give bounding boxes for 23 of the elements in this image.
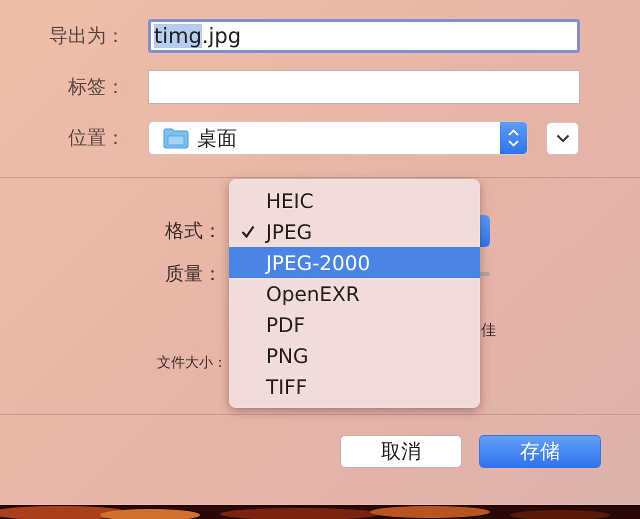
quality-label: 质量： [165,262,222,287]
menu-item[interactable]: JPEG-2000 [229,247,480,278]
menu-item[interactable]: HEIC [229,185,480,216]
field-label: 导出为： [49,24,125,49]
stepper-icon [507,128,520,148]
folder-icon [163,128,189,148]
format-label: 格式： [165,219,222,244]
menu-item[interactable]: JPEG [229,216,480,247]
expand-button[interactable] [546,122,579,154]
field-label: 标签： [68,75,125,100]
location-popup[interactable]: 桌面 [148,121,528,155]
menu-item[interactable]: OpenEXR [229,278,480,309]
menu-item[interactable]: TIFF [229,371,480,402]
field-label: 位置： [68,126,125,151]
menu-item[interactable]: PNG [229,340,480,371]
file-size-label: 文件大小： [157,354,227,372]
chevron-down-icon [556,134,570,142]
menu-item[interactable]: PDF [229,309,480,340]
tags-field[interactable] [148,70,580,104]
quality-caption: 佳 [481,321,496,340]
filename-field[interactable]: timg.jpg [148,19,580,53]
cancel-button[interactable]: 取消 [340,435,462,468]
checkmark-icon [240,225,254,238]
